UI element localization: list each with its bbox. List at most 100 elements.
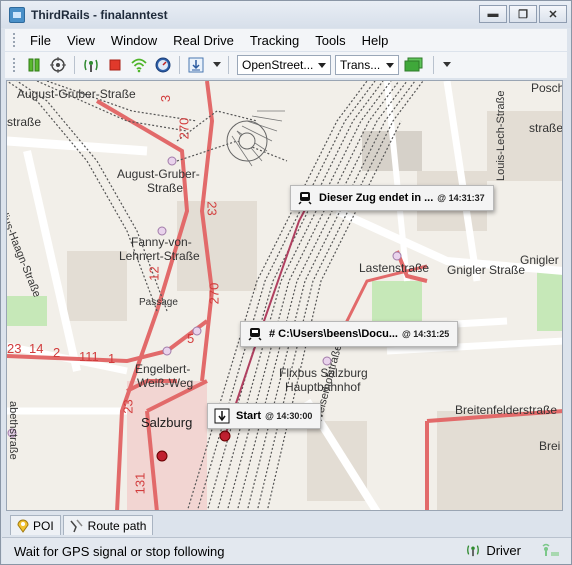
poi-icon	[17, 519, 29, 533]
speed-button[interactable]	[151, 54, 175, 76]
callout-train-end[interactable]: Dieser Zug endet in ... @ 14:31:37	[290, 185, 494, 211]
map-source-value: OpenStreet...	[242, 58, 314, 72]
map-label-gruber: August-Gruber-Straße	[17, 87, 136, 101]
map-label-gnigler-strasse: Gnigler Straße	[447, 263, 526, 277]
tab-label: POI	[33, 518, 54, 533]
stop-button[interactable]	[103, 54, 127, 76]
menu-help[interactable]: Help	[354, 33, 397, 48]
map-layer-button[interactable]	[399, 54, 429, 76]
menu-window[interactable]: Window	[103, 33, 165, 48]
menu-file[interactable]: File	[22, 33, 59, 48]
road-number: 23	[120, 399, 136, 414]
menu-tracking[interactable]: Tracking	[242, 33, 307, 48]
start-icon	[214, 408, 230, 424]
chevron-down-icon	[213, 62, 221, 67]
pause-button[interactable]	[22, 54, 46, 76]
tab-route-path[interactable]: Route path	[62, 515, 154, 535]
toolbar-overflow-button-2[interactable]	[440, 54, 454, 76]
wifi-icon	[131, 58, 147, 73]
map-label-strasse-right: straße	[529, 121, 563, 135]
map-layer-icon	[404, 57, 423, 72]
follow-button[interactable]	[46, 54, 70, 76]
chevron-down-icon	[318, 63, 326, 68]
map-label-gnigler: Gnigler	[520, 253, 559, 267]
status-message: Wait for GPS signal or stop following	[14, 543, 225, 559]
callout-start[interactable]: Start @ 14:30:00	[207, 403, 322, 429]
driver-mode-label[interactable]: Driver	[486, 543, 521, 558]
tab-poi[interactable]: POI	[10, 515, 61, 535]
map-label-louis: Louis-Lech-Straße	[495, 90, 507, 182]
status-bar: Wait for GPS signal or stop following Dr…	[2, 537, 571, 564]
menu-tools[interactable]: Tools	[307, 33, 353, 48]
download-button[interactable]	[184, 54, 208, 76]
overlay-dropdown[interactable]: Trans...	[335, 55, 399, 75]
app-icon	[9, 6, 25, 23]
toolbar-separator	[74, 56, 75, 74]
minimize-button[interactable]: ▬	[479, 5, 507, 23]
road-number: 14	[29, 341, 44, 356]
toolbar-separator	[179, 56, 180, 74]
chevron-down-icon	[386, 63, 394, 68]
map-label-fanny-2: Lehnert-Straße	[119, 249, 200, 263]
maximize-button[interactable]: ❐	[509, 5, 537, 23]
gps-button[interactable]	[79, 54, 103, 76]
map-label-engelbert-1: Engelbert-	[135, 362, 191, 376]
gauge-icon	[155, 57, 171, 73]
window-controls: ▬ ❐ ✕	[479, 5, 567, 23]
road-number: 5	[187, 331, 195, 346]
map-label-strasse: straße	[7, 115, 42, 129]
train-icon	[297, 190, 313, 206]
callout-time: @ 14:31:25	[402, 329, 450, 339]
callout-train-path[interactable]: # C:\Users\beens\Docu... @ 14:31:25	[240, 321, 459, 347]
callout-time: @ 14:31:37	[437, 193, 485, 203]
train-icon	[247, 326, 263, 342]
menu-real-drive[interactable]: Real Drive	[165, 33, 242, 48]
road-number: 111	[79, 349, 99, 364]
toolbar-overflow-button[interactable]	[210, 54, 224, 76]
map-label-lastenstrasse: Lastenstraße	[359, 261, 430, 275]
road-number: 23	[7, 341, 22, 356]
toolbar: OpenStreet... Trans...	[5, 52, 567, 78]
chevron-down-icon	[443, 62, 451, 67]
map-label-august-gruber-2: Straße	[147, 181, 184, 195]
menu-grip[interactable]	[13, 33, 16, 47]
antenna-icon	[84, 59, 98, 72]
map-canvas[interactable]	[7, 81, 563, 511]
map-view[interactable]: August-Gruber-Straße straße August-Grube…	[6, 80, 563, 511]
antenna-icon	[467, 545, 480, 557]
map-label-engelbert-2: Weiß-Weg	[137, 376, 194, 390]
window-title: ThirdRails - finalanntest	[31, 7, 168, 22]
callout-time: @ 14:30:00	[265, 411, 313, 421]
target-icon	[50, 57, 66, 73]
road-number: 12	[146, 266, 162, 281]
wifi-button[interactable]	[127, 54, 151, 76]
callout-text: Dieser Zug endet in ...	[319, 192, 434, 204]
callout-text: # C:\Users\beens\Docu...	[269, 328, 398, 340]
bottom-tabs: POI Route path	[6, 513, 563, 535]
signal-icon	[542, 543, 559, 556]
route-icon	[70, 519, 83, 532]
road-number: 2	[53, 345, 61, 360]
callout-text: Start	[236, 410, 262, 422]
close-button[interactable]: ✕	[539, 5, 567, 23]
download-icon	[188, 57, 204, 73]
map-label-august-gruber-1: August-Gruber-	[117, 167, 200, 181]
map-label-brei: Brei	[539, 439, 561, 453]
map-label-fanny-1: Fanny-von-	[131, 235, 192, 249]
map-label-passage: Passage	[139, 297, 178, 308]
toolbar-grip[interactable]	[13, 58, 16, 72]
menu-view[interactable]: View	[59, 33, 103, 48]
road-number: 1	[108, 351, 116, 366]
tab-label: Route path	[87, 518, 147, 533]
pause-icon	[28, 58, 40, 72]
stop-icon	[109, 59, 121, 71]
map-label-poschi: Poschin	[531, 81, 562, 95]
road-number: 270	[206, 282, 222, 305]
map-label-salzburg: Salzburg	[141, 415, 193, 430]
map-source-dropdown[interactable]: OpenStreet...	[237, 55, 331, 75]
app-window: ThirdRails - finalanntest ▬ ❐ ✕ File Vie…	[0, 0, 572, 565]
map-label-abeth: abethstraße	[7, 401, 19, 460]
title-bar: ThirdRails - finalanntest ▬ ❐ ✕	[1, 1, 571, 28]
toolbar-separator	[228, 56, 229, 74]
menu-bar: File View Window Real Drive Tracking Too…	[5, 29, 567, 51]
